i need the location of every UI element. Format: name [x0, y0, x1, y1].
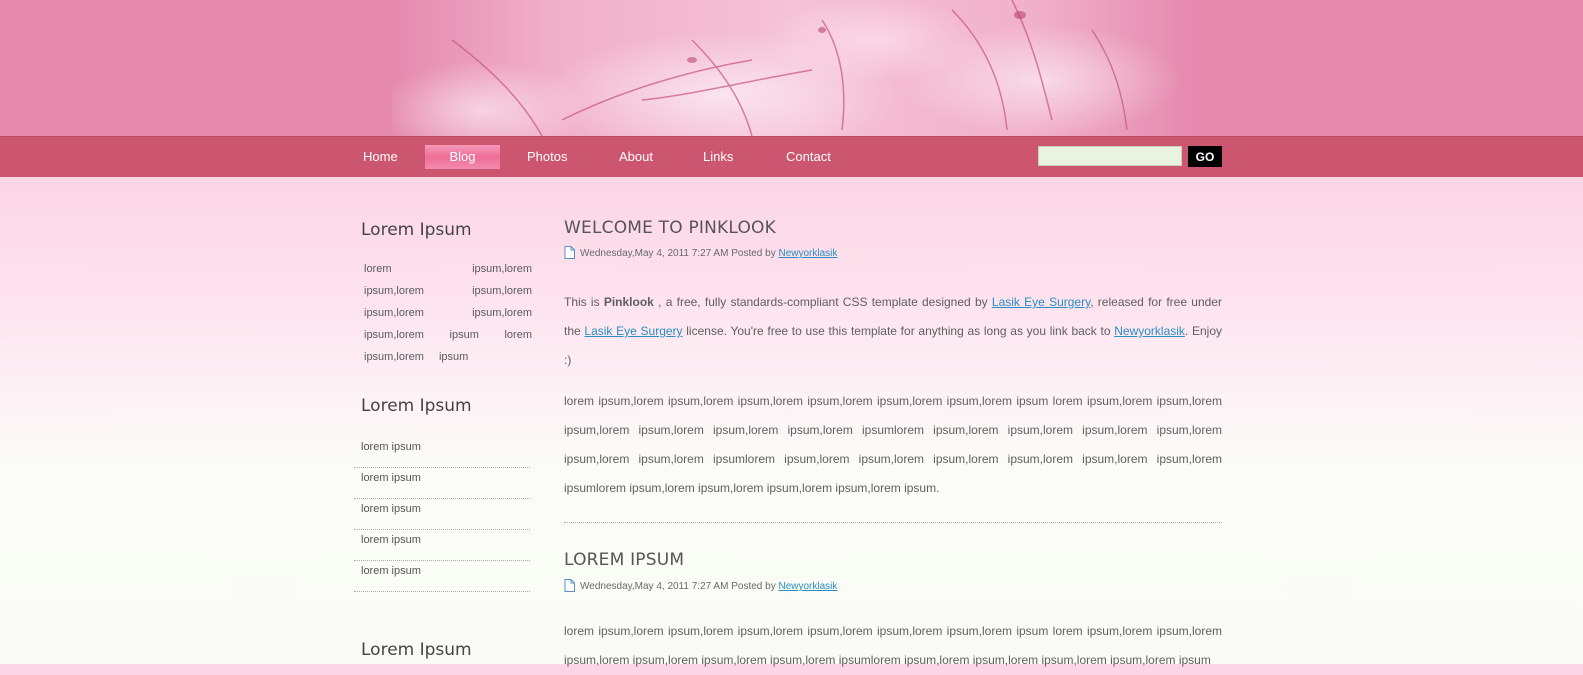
lasik-link[interactable]: Lasik Eye Surgery	[992, 295, 1090, 309]
search-input[interactable]	[1038, 146, 1182, 166]
search-go-button[interactable]: GO	[1188, 146, 1222, 167]
nav-blog[interactable]: Blog	[425, 145, 500, 169]
post-intro: This is Pinklook , a free, fully standar…	[564, 288, 1222, 375]
nav-links[interactable]: Links	[703, 137, 733, 177]
document-icon	[564, 246, 575, 259]
post-meta: Wednesday,May 4, 2011 7:27 AM Posted by …	[564, 246, 837, 260]
post-meta: Wednesday,May 4, 2011 7:27 AM Posted by …	[564, 579, 837, 593]
posted-by-label: Posted by	[731, 248, 776, 259]
post-date: Wednesday,May 4, 2011 7:27 AM	[580, 581, 729, 592]
sidebar-link-list: lorem ipsum lorem ipsum lorem ipsum lore…	[354, 437, 530, 592]
post-body: lorem ipsum,lorem ipsum,lorem ipsum,lore…	[564, 394, 1222, 495]
sidebar-list-item: lorem ipsum	[354, 561, 530, 592]
sidebar-link[interactable]: lorem ipsum	[361, 565, 421, 577]
sidebar-heading-third: Lorem Ipsum	[361, 640, 472, 660]
post-body: lorem ipsum,lorem ipsum,lorem ipsum,lore…	[564, 624, 1222, 667]
intro-text: This is	[564, 295, 604, 309]
main-navigation: Home Blog Photos About Links Contact	[0, 136, 1583, 177]
nav-photos[interactable]: Photos	[527, 137, 567, 177]
sidebar-list-item: lorem ipsum	[354, 437, 530, 468]
nav-about[interactable]: About	[619, 137, 653, 177]
sidebar-list-item: lorem ipsum	[354, 530, 530, 561]
post-title: WELCOME TO PINKLOOK	[564, 218, 776, 238]
sidebar-heading-tags: Lorem Ipsum	[361, 220, 472, 240]
nav-contact[interactable]: Contact	[786, 137, 831, 177]
post-date: Wednesday,May 4, 2011 7:27 AM	[580, 248, 729, 259]
post-title: LOREM IPSUM	[564, 550, 685, 570]
intro-text: , a free, fully standards-compliant CSS …	[653, 295, 992, 309]
sidebar-link[interactable]: lorem ipsum	[361, 441, 421, 453]
license-link[interactable]: Lasik Eye Surgery	[584, 324, 682, 338]
sidebar-link[interactable]: lorem ipsum	[361, 534, 421, 546]
header-banner	[0, 0, 1583, 136]
post-author-link[interactable]: Newyorklasik	[778, 248, 837, 259]
newyorklasik-link[interactable]: Newyorklasik	[1114, 324, 1185, 338]
brand-name: Pinklook	[603, 295, 654, 309]
sidebar-list-item: lorem ipsum	[354, 499, 530, 530]
sidebar-tag-cloud: lorem ipsum,lorem ipsum,lorem ipsum,lore…	[364, 263, 532, 363]
post-divider	[564, 522, 1222, 523]
document-icon	[564, 579, 575, 592]
sidebar-list-item: lorem ipsum	[354, 468, 530, 499]
sidebar-link[interactable]: lorem ipsum	[361, 503, 421, 515]
nav-home[interactable]: Home	[363, 137, 398, 177]
posted-by-label: Posted by	[731, 581, 776, 592]
post-author-link[interactable]: Newyorklasik	[778, 581, 837, 592]
feather-banner-image	[392, 0, 1197, 136]
sidebar-link[interactable]: lorem ipsum	[361, 472, 421, 484]
sidebar-heading-list: Lorem Ipsum	[361, 396, 472, 416]
intro-text: license. You're free to use this templat…	[682, 324, 1115, 338]
